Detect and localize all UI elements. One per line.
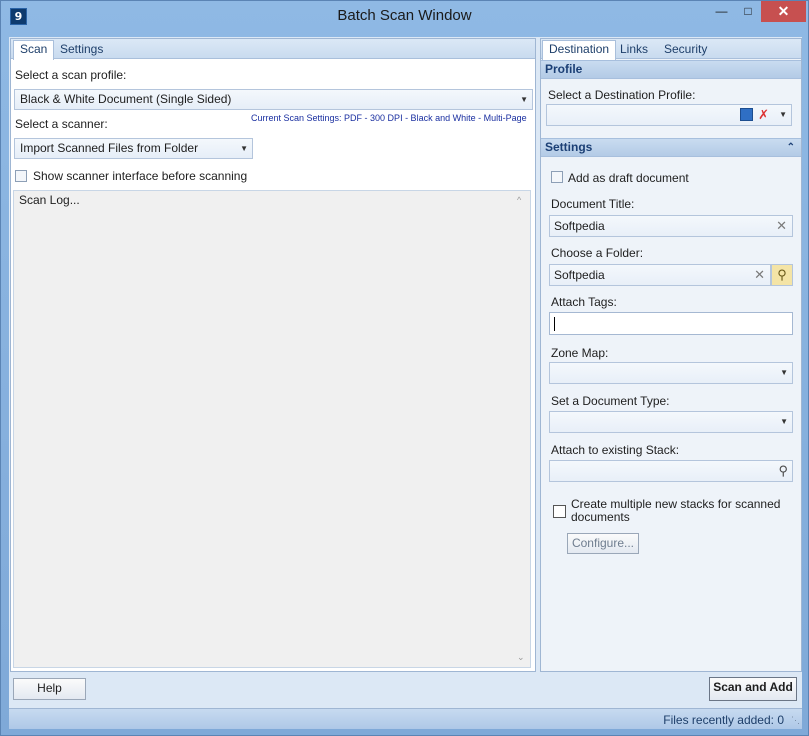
scan-and-add-button[interactable]: Scan and Add <box>709 677 797 701</box>
chevron-down-icon: ▼ <box>780 368 788 377</box>
status-text: Files recently added: 0 <box>663 713 784 727</box>
folder-label: Choose a Folder: <box>551 246 644 260</box>
zone-map-select[interactable]: ▼ <box>549 362 793 384</box>
collapse-chevron-icon[interactable]: ⌃ <box>787 139 795 156</box>
folder-value: Softpedia <box>554 268 605 282</box>
search-icon[interactable]: ⚲ <box>778 461 788 481</box>
dest-profile-select[interactable]: ✗ ▼ <box>546 104 792 126</box>
doc-title-field[interactable]: Softpedia ✕ <box>549 215 793 237</box>
settings-header-label: Settings <box>545 140 593 154</box>
window-title: Batch Scan Window <box>337 7 472 24</box>
scan-panel: Scan Settings Select a scan profile: Bla… <box>10 38 536 672</box>
scroll-down-icon[interactable]: ⌄ <box>517 652 525 663</box>
draft-checkbox[interactable] <box>551 171 563 183</box>
clear-icon[interactable]: ✕ <box>776 216 787 236</box>
maximize-button[interactable]: □ <box>735 1 761 22</box>
close-button[interactable]: ✕ <box>761 1 806 22</box>
zone-map-label: Zone Map: <box>551 346 609 360</box>
multi-stack-label: Create multiple new stacks for scanned d… <box>571 497 781 524</box>
tab-destination[interactable]: Destination <box>542 40 617 60</box>
tab-security[interactable]: Security <box>658 41 713 60</box>
doc-type-select[interactable]: ▼ <box>549 411 793 433</box>
tags-input[interactable] <box>549 312 793 335</box>
scan-profile-label: Select a scan profile: <box>15 68 127 82</box>
scan-log[interactable]: Scan Log... ^ ⌄ <box>13 190 531 668</box>
text-cursor <box>554 317 555 331</box>
save-icon[interactable] <box>740 108 753 121</box>
draft-label: Add as draft document <box>568 171 689 185</box>
chevron-down-icon: ▼ <box>780 417 788 426</box>
show-interface-label: Show scanner interface before scanning <box>33 169 248 183</box>
help-button[interactable]: Help <box>13 678 86 700</box>
configure-button[interactable]: Configure... <box>567 533 639 554</box>
chevron-down-icon: ▼ <box>520 95 528 104</box>
doc-type-label: Set a Document Type: <box>551 394 670 408</box>
scan-log-scrollbar[interactable]: ^ ⌄ <box>513 191 530 667</box>
scroll-up-icon[interactable]: ^ <box>517 195 521 205</box>
scan-profile-value: Black & White Document (Single Sided) <box>20 92 232 106</box>
title-bar[interactable]: 9 Batch Scan Window — □ ✕ <box>1 1 808 31</box>
doc-title-value: Softpedia <box>554 219 605 233</box>
doc-title-label: Document Title: <box>551 197 635 211</box>
chevron-down-icon: ▼ <box>240 144 248 153</box>
batch-scan-window: 9 Batch Scan Window — □ ✕ Scan Settings … <box>0 0 809 736</box>
clear-icon[interactable]: ✕ <box>754 265 765 285</box>
profile-section-header[interactable]: Profile <box>541 60 801 79</box>
tab-links[interactable]: Links <box>614 41 654 60</box>
dest-profile-label: Select a Destination Profile: <box>548 88 696 102</box>
scanner-label: Select a scanner: <box>15 117 108 131</box>
show-interface-checkbox[interactable] <box>15 170 27 182</box>
client-area: Scan Settings Select a scan profile: Bla… <box>9 37 802 729</box>
scan-log-text: Scan Log... <box>19 193 80 207</box>
tab-settings[interactable]: Settings <box>54 41 109 60</box>
tab-scan[interactable]: Scan <box>13 40 55 60</box>
delete-icon[interactable]: ✗ <box>758 107 769 122</box>
settings-section-header[interactable]: Settings ⌃ <box>541 138 801 157</box>
browse-folder-icon[interactable]: ⚲ <box>771 264 793 286</box>
status-bar: Files recently added: 0 ⋱ <box>9 708 802 729</box>
stack-field[interactable]: ⚲ <box>549 460 793 482</box>
destination-panel: Destination Links Security Profile Selec… <box>540 38 802 672</box>
minimize-button[interactable]: — <box>708 1 735 22</box>
scan-tabbar: Scan Settings <box>11 39 535 60</box>
current-scan-settings-link[interactable]: Current Scan Settings: PDF - 300 DPI - B… <box>251 113 527 123</box>
resize-grip-icon[interactable]: ⋱ <box>791 715 800 726</box>
destination-tabbar: Destination Links Security <box>541 39 801 60</box>
tags-label: Attach Tags: <box>551 295 617 309</box>
folder-field[interactable]: Softpedia ✕ <box>549 264 771 286</box>
scan-profile-select[interactable]: Black & White Document (Single Sided) ▼ <box>14 89 533 110</box>
stack-label: Attach to existing Stack: <box>551 443 680 457</box>
scanner-value: Import Scanned Files from Folder <box>20 141 199 155</box>
chevron-down-icon[interactable]: ▼ <box>779 105 787 125</box>
multi-stack-checkbox[interactable] <box>553 505 566 518</box>
scanner-select[interactable]: Import Scanned Files from Folder ▼ <box>14 138 253 159</box>
